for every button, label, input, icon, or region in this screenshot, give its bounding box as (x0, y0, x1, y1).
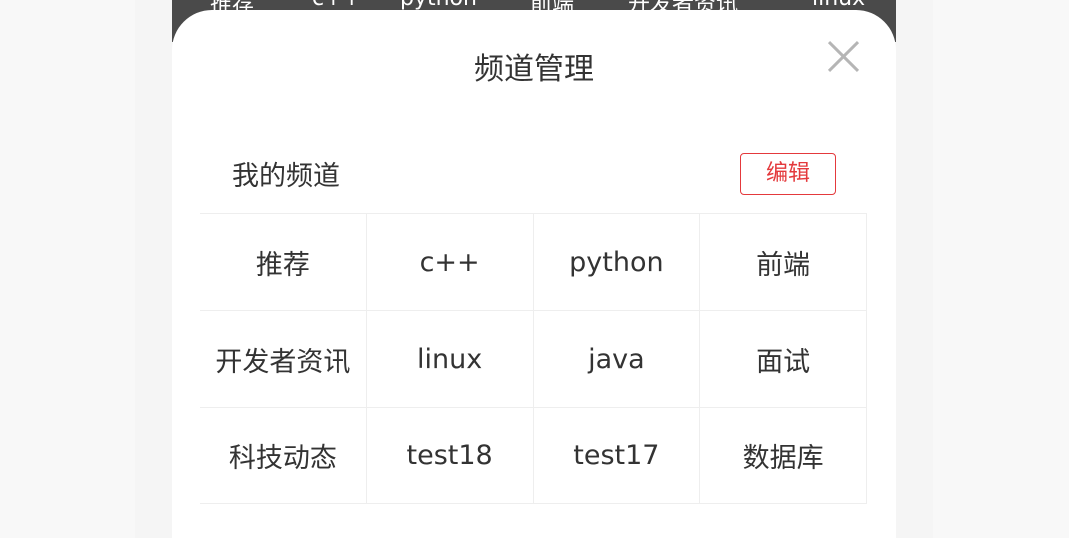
my-channels-label: 我的频道 (232, 161, 340, 192)
channel-item[interactable]: 数据库 (700, 407, 867, 504)
channel-item[interactable]: java (533, 310, 701, 407)
channel-item[interactable]: 面试 (700, 310, 867, 407)
channel-item[interactable]: test17 (533, 407, 701, 504)
right-margin (933, 0, 1069, 538)
channel-item[interactable]: 科技动态 (200, 407, 367, 504)
channel-item[interactable]: 前端 (700, 213, 867, 310)
left-margin (0, 0, 135, 538)
channel-item[interactable]: test18 (366, 407, 534, 504)
channel-item[interactable]: 开发者资讯 (200, 310, 367, 407)
channel-grid: 推荐 c++ python 前端 开发者资讯 linux java 面试 科技动… (200, 213, 867, 504)
app-viewport: 推荐 c++ python 前端 开发者资讯 linux 频道管理 我的频道 编… (0, 0, 1069, 538)
channel-manage-dialog: 频道管理 我的频道 编辑 推荐 c++ python 前端 开发者资讯 linu… (172, 10, 896, 538)
channel-item[interactable]: linux (366, 310, 534, 407)
close-icon[interactable] (828, 40, 860, 72)
dialog-title: 频道管理 (474, 52, 594, 87)
channel-item[interactable]: 推荐 (200, 213, 367, 310)
channel-item[interactable]: python (533, 213, 701, 310)
channel-item[interactable]: c++ (366, 213, 534, 310)
edit-button[interactable]: 编辑 (740, 153, 836, 195)
